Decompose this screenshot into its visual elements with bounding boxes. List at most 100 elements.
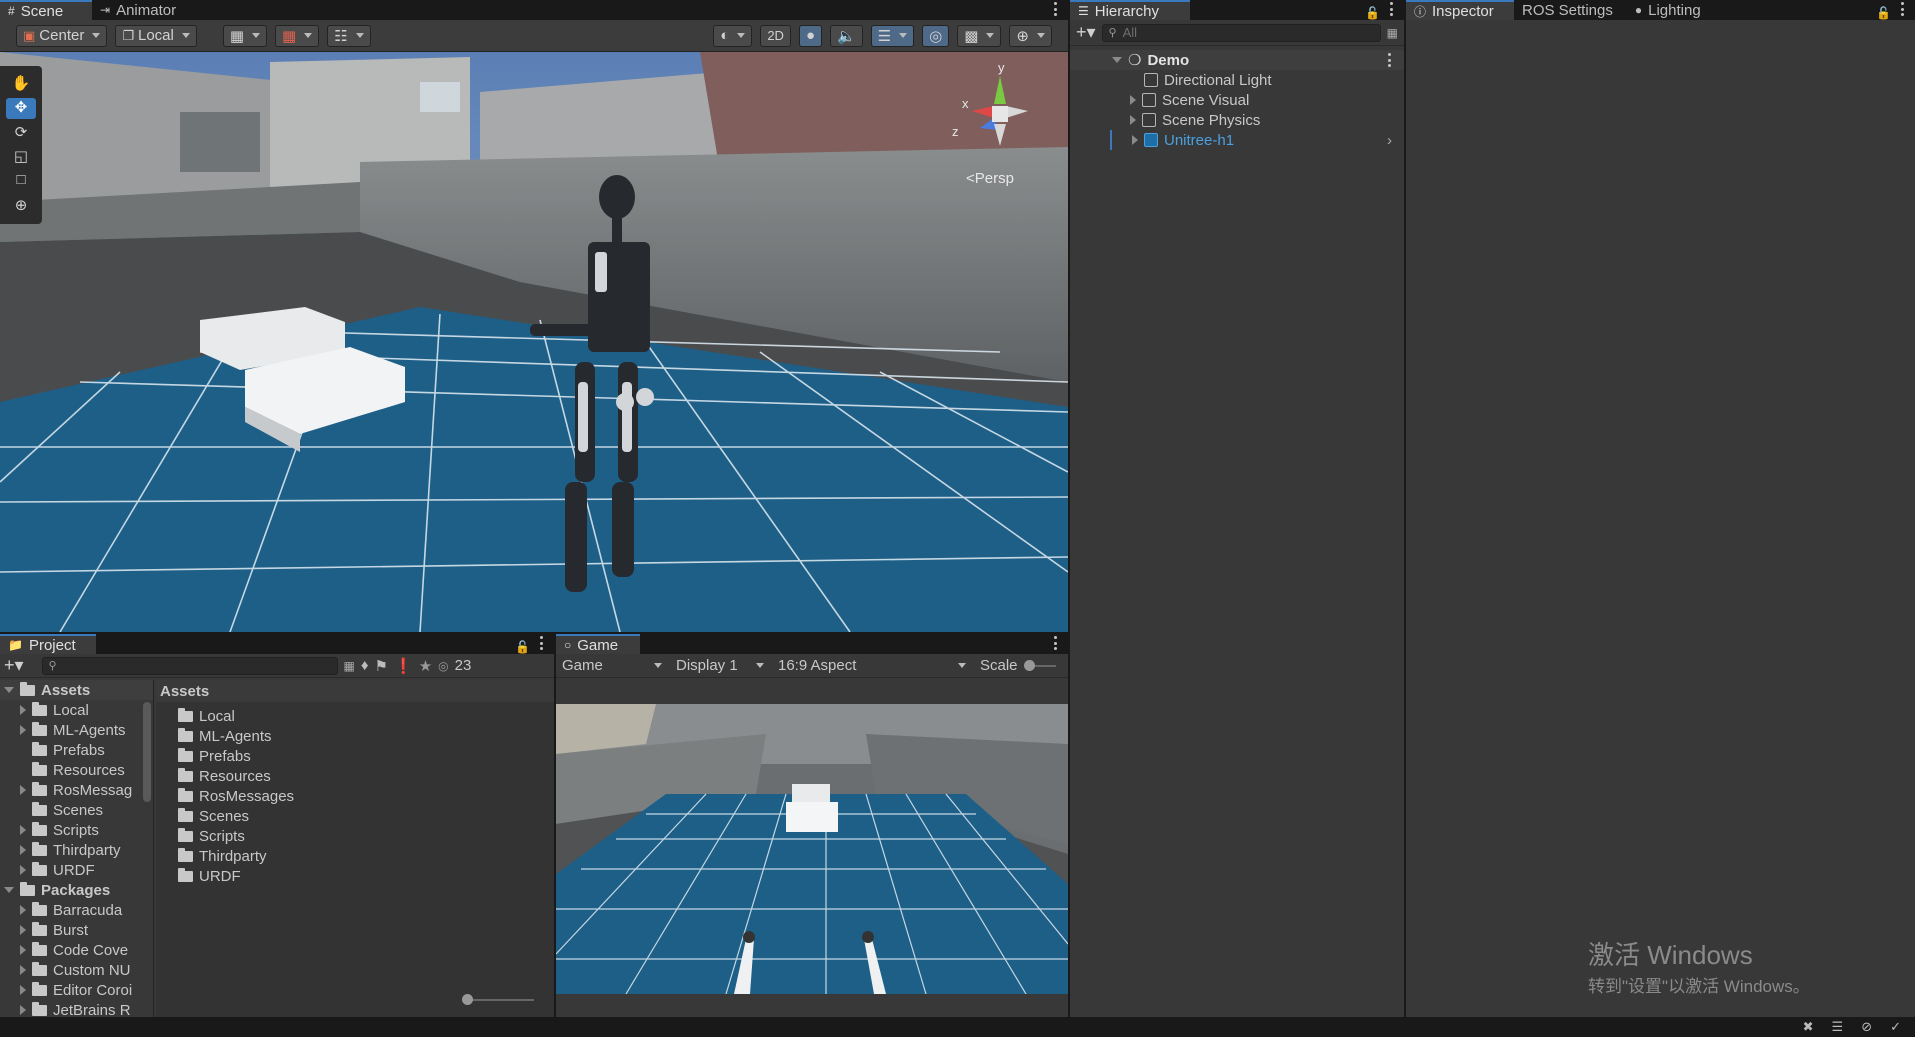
- expand-icon[interactable]: [20, 985, 26, 995]
- expand-icon[interactable]: [20, 865, 26, 875]
- content-folder[interactable]: Scripts: [178, 826, 554, 846]
- expand-icon[interactable]: [20, 705, 26, 715]
- tree-packages-root[interactable]: Packages: [0, 880, 153, 900]
- demo-menu-icon[interactable]: [1388, 53, 1392, 67]
- filter-by-type-icon[interactable]: ♦: [361, 657, 369, 674]
- pivot-center-dropdown[interactable]: ▣ Center: [16, 24, 108, 47]
- content-folder[interactable]: ML-Agents: [178, 726, 554, 746]
- toggle-2d-button[interactable]: 2D: [760, 24, 791, 47]
- tree-scrollbar[interactable]: [143, 702, 151, 802]
- filter-by-label-icon[interactable]: ⚑: [375, 657, 388, 675]
- tree-folder[interactable]: Scenes: [0, 800, 153, 820]
- hierarchy-root-demo[interactable]: ❍ Demo: [1070, 50, 1404, 70]
- search-scope-icon[interactable]: ▦: [344, 659, 355, 673]
- tab-scene[interactable]: # Scene: [0, 0, 92, 20]
- content-folder[interactable]: URDF: [178, 866, 554, 886]
- gizmo-projection-label[interactable]: <Persp: [966, 170, 1014, 187]
- gizmos-dropdown[interactable]: ⊕: [1009, 24, 1052, 47]
- expand-icon[interactable]: [20, 725, 26, 735]
- lock-icon[interactable]: 🔓: [515, 640, 530, 654]
- tab-animator[interactable]: ⇥ Animator: [92, 0, 190, 20]
- hidden-packages-icon[interactable]: ◎: [438, 659, 448, 673]
- tree-package[interactable]: Custom NU: [0, 960, 153, 980]
- scale-slider[interactable]: [1023, 659, 1056, 671]
- space-local-dropdown[interactable]: ❐ Local: [115, 24, 197, 47]
- content-folder[interactable]: Resources: [178, 766, 554, 786]
- tree-folder[interactable]: Prefabs: [0, 740, 153, 760]
- tree-folder[interactable]: Resources: [0, 760, 153, 780]
- content-folder[interactable]: Thirdparty: [178, 846, 554, 866]
- expand-icon[interactable]: [1132, 135, 1138, 145]
- tab-project[interactable]: 📁 Project: [0, 634, 96, 654]
- tree-folder[interactable]: Scripts: [0, 820, 153, 840]
- favorites-star-icon[interactable]: ★: [419, 657, 432, 675]
- effects-dropdown[interactable]: ☰: [870, 24, 915, 47]
- cache-server-icon[interactable]: ☰: [1832, 1019, 1844, 1035]
- log-warnings-icon[interactable]: ❗: [394, 657, 413, 675]
- lighting-toggle-button[interactable]: ●: [798, 24, 822, 47]
- add-object-button[interactable]: +▾: [1076, 22, 1096, 43]
- move-tool-icon[interactable]: ✥: [6, 98, 36, 119]
- hierarchy-item-directional-light[interactable]: Directional Light: [1070, 70, 1404, 90]
- content-folder[interactable]: Prefabs: [178, 746, 554, 766]
- hidden-objects-toggle[interactable]: ◎: [922, 24, 950, 47]
- hierarchy-menu-icon[interactable]: [1390, 2, 1394, 16]
- camera-settings-dropdown[interactable]: ▩: [957, 24, 1002, 47]
- expand-icon[interactable]: [20, 965, 26, 975]
- audio-toggle-button[interactable]: 🔈: [830, 24, 863, 47]
- expand-icon[interactable]: [1130, 95, 1136, 105]
- lock-icon[interactable]: 🔓: [1876, 6, 1891, 20]
- expand-icon[interactable]: [20, 785, 26, 795]
- hand-tool-icon[interactable]: ✋: [6, 74, 36, 94]
- grid-snapping-dropdown[interactable]: ▦: [222, 24, 268, 47]
- expand-demo-icon[interactable]: [1112, 57, 1122, 63]
- transform-tool-icon[interactable]: ⊕: [6, 196, 36, 216]
- expand-icon[interactable]: [20, 945, 26, 955]
- orientation-gizmo[interactable]: y x z <Persp: [950, 60, 1060, 196]
- debug-bug-icon[interactable]: ✖: [1803, 1019, 1814, 1035]
- tab-game[interactable]: ○ Game: [556, 634, 640, 654]
- expand-icon[interactable]: [20, 845, 26, 855]
- display-dropdown[interactable]: Display 1: [670, 657, 770, 674]
- tab-ros-settings[interactable]: ROS Settings: [1514, 0, 1627, 20]
- hierarchy-search-input[interactable]: ⚲ All: [1101, 23, 1381, 42]
- expand-icon[interactable]: [4, 887, 14, 893]
- content-folder[interactable]: RosMessages: [178, 786, 554, 806]
- lock-icon[interactable]: 🔓: [1365, 6, 1380, 20]
- snap-increment-dropdown[interactable]: ▦: [275, 24, 320, 47]
- tree-package[interactable]: Burst: [0, 920, 153, 940]
- tree-package[interactable]: Code Cove: [0, 940, 153, 960]
- tree-folder[interactable]: ML-Agents: [0, 720, 153, 740]
- scene-menu-icon[interactable]: [1054, 2, 1058, 16]
- inspector-menu-icon[interactable]: [1901, 2, 1905, 16]
- game-menu-icon[interactable]: [1054, 636, 1058, 650]
- tree-folder[interactable]: Thirdparty: [0, 840, 153, 860]
- rect-tool-icon[interactable]: □: [6, 171, 36, 191]
- icon-size-slider[interactable]: [462, 994, 534, 1005]
- scale-slider-handle[interactable]: [1023, 659, 1035, 671]
- aspect-dropdown[interactable]: 16:9 Aspect: [772, 657, 972, 674]
- draw-mode-dropdown[interactable]: ◐: [713, 24, 753, 47]
- hierarchy-item-unitree-h1[interactable]: Unitree-h1 ›: [1110, 130, 1404, 150]
- create-asset-button[interactable]: +▾: [4, 655, 24, 676]
- scene-viewport[interactable]: ✋ ✥ ⟳ ◱ □ ⊕ y x z <Persp: [0, 52, 1068, 632]
- scale-tool-icon[interactable]: ◱: [6, 147, 36, 167]
- tab-hierarchy[interactable]: ☰ Hierarchy: [1070, 0, 1190, 20]
- rotate-tool-icon[interactable]: ⟳: [6, 123, 36, 143]
- slider-handle[interactable]: [462, 994, 473, 1005]
- tree-folder[interactable]: RosMessag: [0, 780, 153, 800]
- content-folder[interactable]: Local: [178, 706, 554, 726]
- network-icon[interactable]: ⊘: [1861, 1019, 1872, 1035]
- check-circle-icon[interactable]: ✓: [1890, 1019, 1901, 1035]
- game-view-dropdown[interactable]: Game: [556, 657, 668, 674]
- expand-icon[interactable]: [20, 905, 26, 915]
- tab-inspector[interactable]: ⓘ Inspector: [1406, 0, 1514, 20]
- tree-package[interactable]: JetBrains R: [0, 1000, 153, 1017]
- game-view[interactable]: [556, 704, 1068, 994]
- project-search-input[interactable]: ⚲: [41, 656, 338, 675]
- expand-icon[interactable]: [20, 1005, 26, 1015]
- content-folder[interactable]: Scenes: [178, 806, 554, 826]
- grid-visibility-dropdown[interactable]: ☷: [327, 24, 371, 47]
- hierarchy-item-scene-visual[interactable]: Scene Visual: [1070, 90, 1404, 110]
- hierarchy-item-scene-physics[interactable]: Scene Physics: [1070, 110, 1404, 130]
